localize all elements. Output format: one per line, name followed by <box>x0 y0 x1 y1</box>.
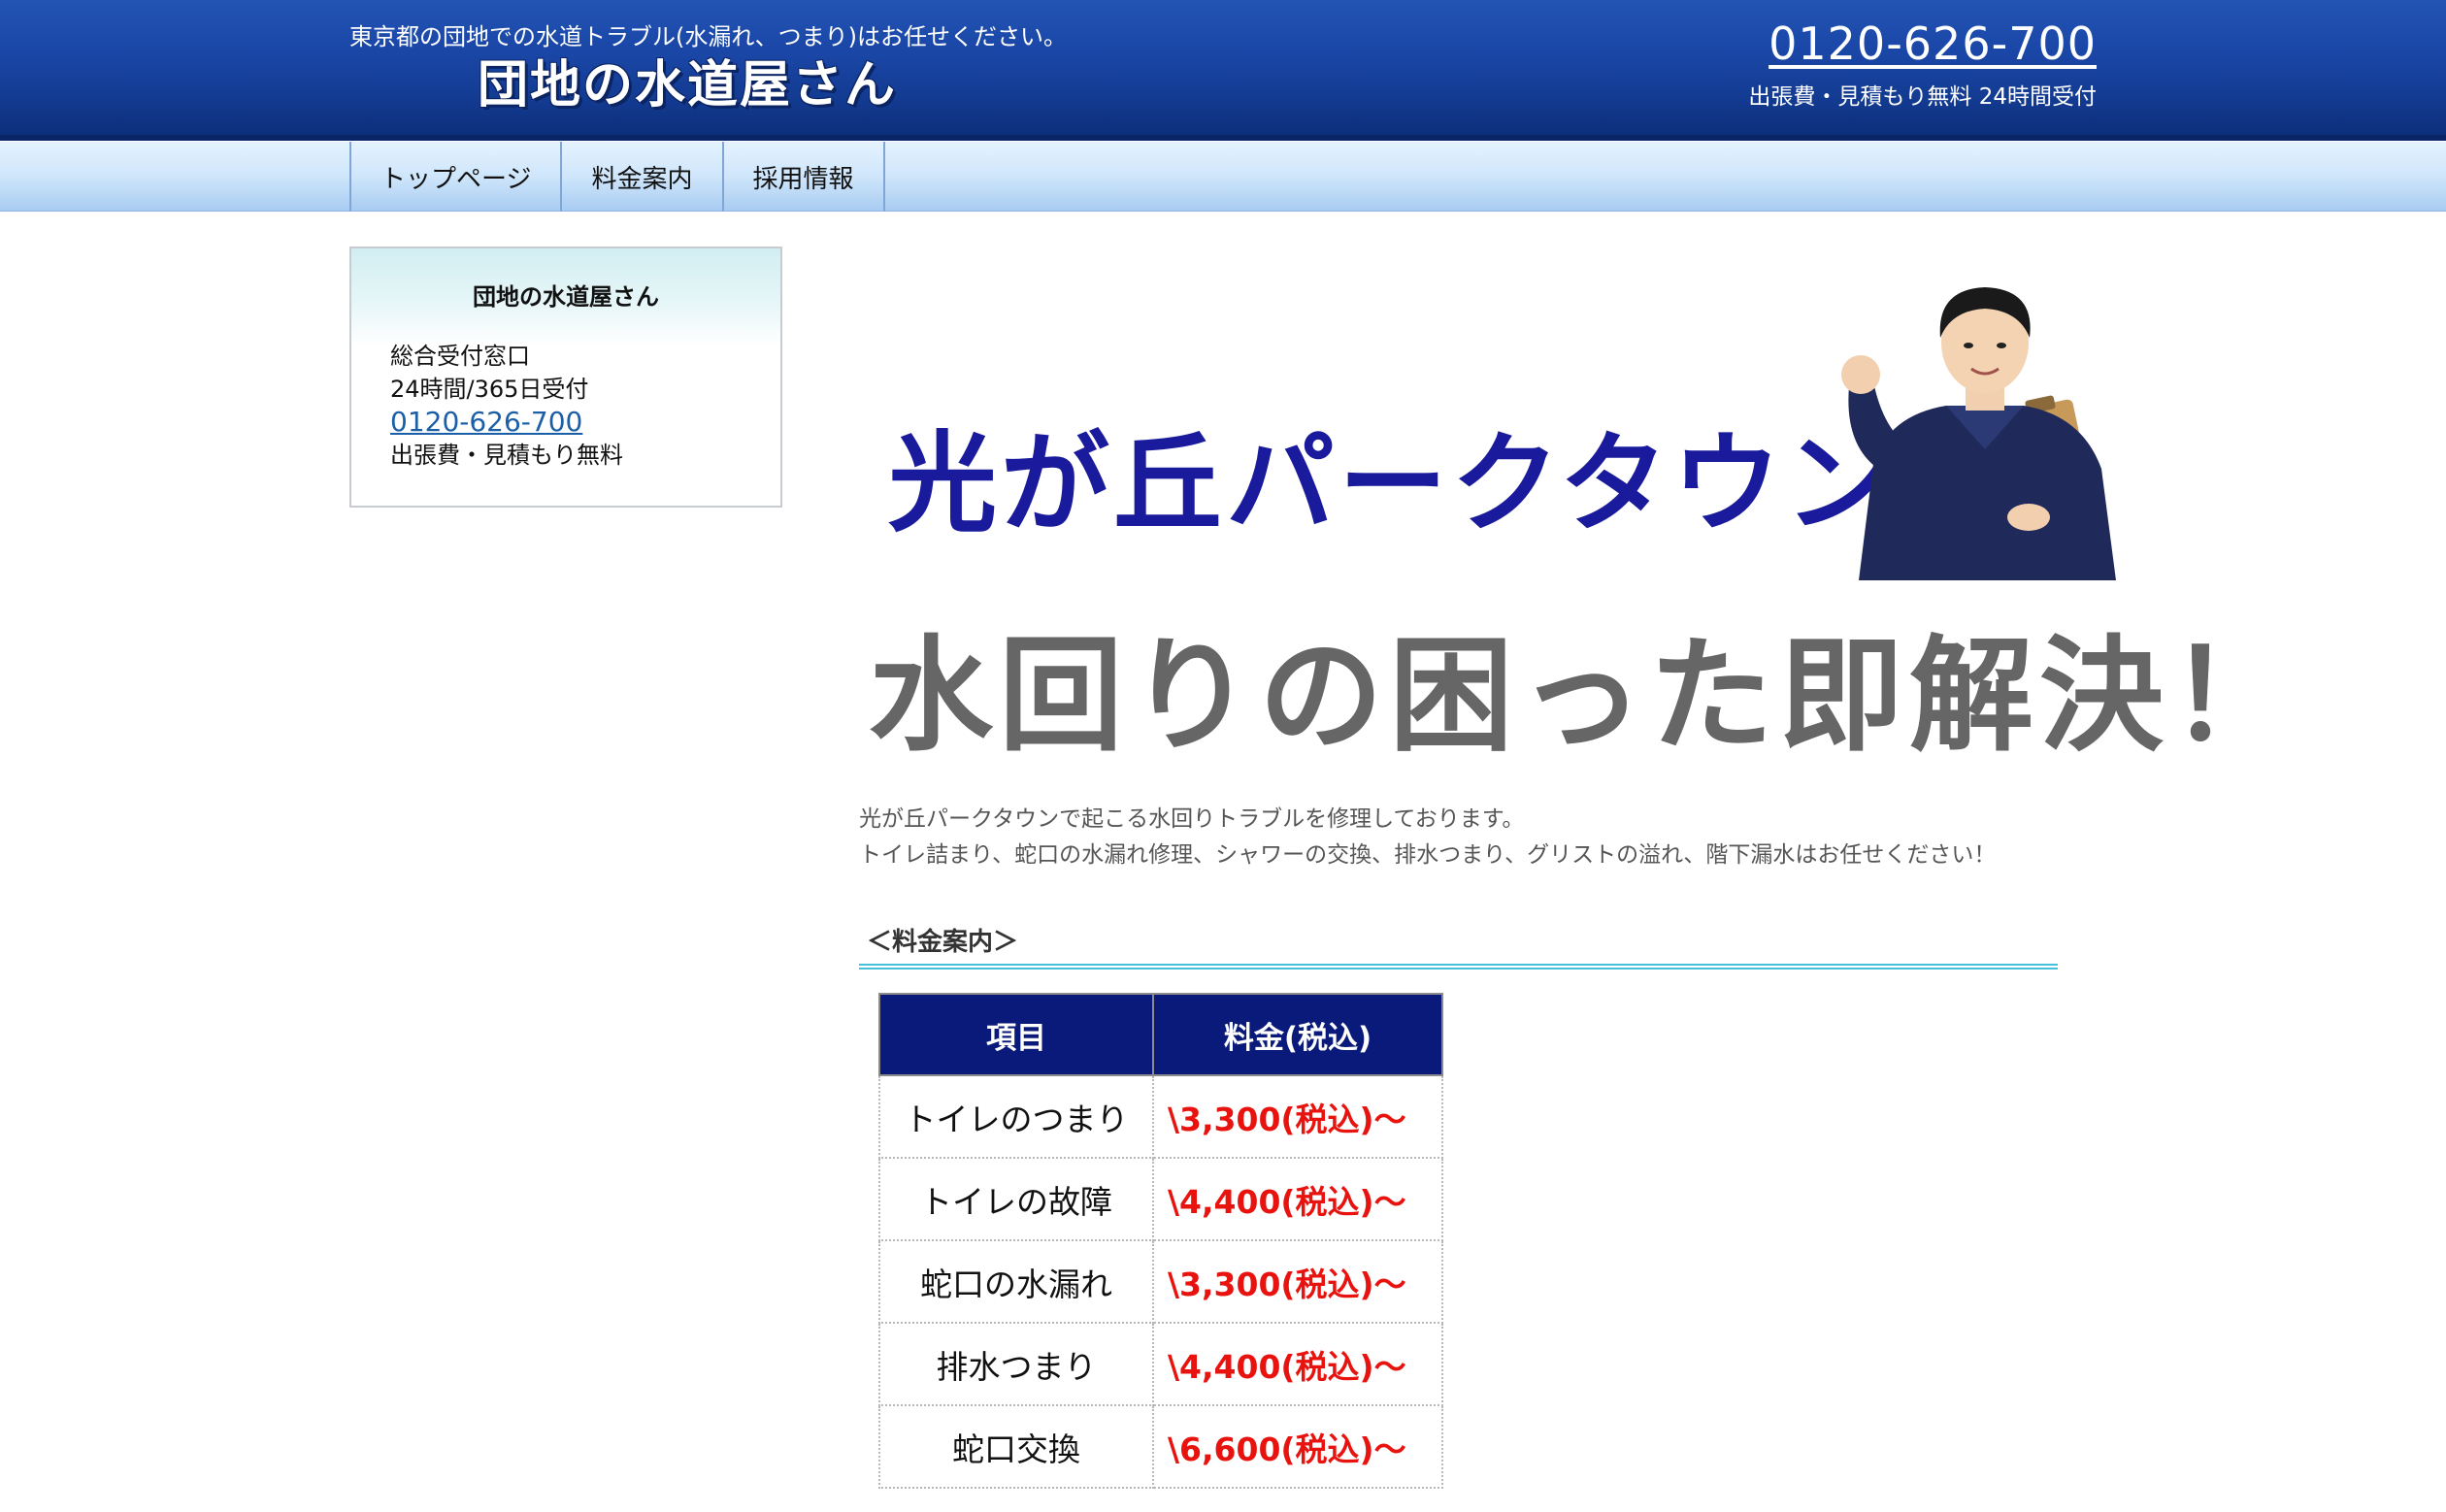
sidebar-contact-box: 団地の水道屋さん 総合受付窓口 24時間/365日受付 0120-626-700… <box>349 247 782 508</box>
nav-item-recruit[interactable]: 採用情報 <box>724 142 885 212</box>
price-cell: \3,300(税込)〜 <box>1152 1239 1443 1324</box>
header-phone-link[interactable]: 0120-626-700 <box>1768 17 2097 70</box>
price-cell: \4,400(税込)〜 <box>1152 1322 1443 1406</box>
hero-banner: 光が丘パークタウン 水回りの困った即解決！ <box>859 260 2294 769</box>
nav-item-top[interactable]: トップページ <box>351 142 563 212</box>
price-cell: \6,600(税込)〜 <box>1152 1404 1443 1489</box>
header-note: 出張費・見積もり無料 24時間受付 <box>1748 84 2097 110</box>
price-cell: \4,400(税込)〜 <box>1152 1157 1443 1241</box>
plumber-illustration <box>1841 287 2116 580</box>
sidebar-reception: 総合受付窓口 <box>390 343 530 370</box>
item-cell: 蛇口交換 <box>878 1404 1154 1489</box>
item-cell: トイレの故障 <box>878 1157 1154 1241</box>
sidebar-hours: 24時間/365日受付 <box>390 376 589 403</box>
sidebar-title: 団地の水道屋さん <box>351 248 780 345</box>
intro-line-1: 光が丘パークタウンで起こる水回りトラブルを修理しております。 <box>859 806 1525 832</box>
table-row: 排水つまり \4,400(税込)〜 <box>878 1322 1443 1406</box>
nav-list: トップページ 料金案内 採用情報 <box>349 142 885 212</box>
table-row: 蛇口交換 \6,600(税込)〜 <box>878 1404 1443 1489</box>
table-row: トイレのつまり \3,300(税込)〜 <box>878 1074 1443 1159</box>
sidebar-body: 総合受付窓口 24時間/365日受付 0120-626-700 出張費・見積もり… <box>351 340 780 472</box>
price-cell: \3,300(税込)〜 <box>1152 1074 1443 1159</box>
sidebar-free-note: 出張費・見積もり無料 <box>390 442 623 469</box>
table-header-row: 項目 料金(税込) <box>878 993 1443 1076</box>
pricing-heading: ＜料金案内＞ <box>867 928 1019 957</box>
table-row: トイレの故障 \4,400(税込)〜 <box>878 1157 1443 1241</box>
hero-subtitle: 水回りの困った即解決！ <box>869 624 2300 769</box>
item-cell: 蛇口の水漏れ <box>878 1239 1154 1324</box>
main-nav: トップページ 料金案内 採用情報 <box>0 142 2446 212</box>
table-row: 蛇口の水漏れ \3,300(税込)〜 <box>878 1239 1443 1324</box>
column-header-price: 料金(税込) <box>1152 993 1443 1076</box>
item-cell: トイレのつまり <box>878 1074 1154 1159</box>
sidebar-phone-link[interactable]: 0120-626-700 <box>390 406 780 439</box>
hero-title: 光が丘パークタウン <box>888 421 1898 547</box>
item-cell: 排水つまり <box>878 1322 1154 1406</box>
nav-item-pricing[interactable]: 料金案内 <box>562 142 724 212</box>
price-table: 項目 料金(税込) トイレのつまり \3,300(税込)〜 トイレの故障 \4,… <box>878 993 1443 1489</box>
site-logo[interactable]: 団地の水道屋さん <box>478 44 897 116</box>
intro-text: 光が丘パークタウンで起こる水回りトラブルを修理しております。 トイレ詰まり、蛇口… <box>859 802 1996 873</box>
intro-line-2: トイレ詰まり、蛇口の水漏れ修理、シャワーの交換、排水つまり、グリストの溢れ、階下… <box>859 842 1997 868</box>
column-header-item: 項目 <box>878 993 1154 1076</box>
pricing-divider <box>859 964 2058 970</box>
site-header: 東京都の団地での水道トラブル(水漏れ、つまり)はお任せください。 団地の水道屋さ… <box>0 0 2446 141</box>
